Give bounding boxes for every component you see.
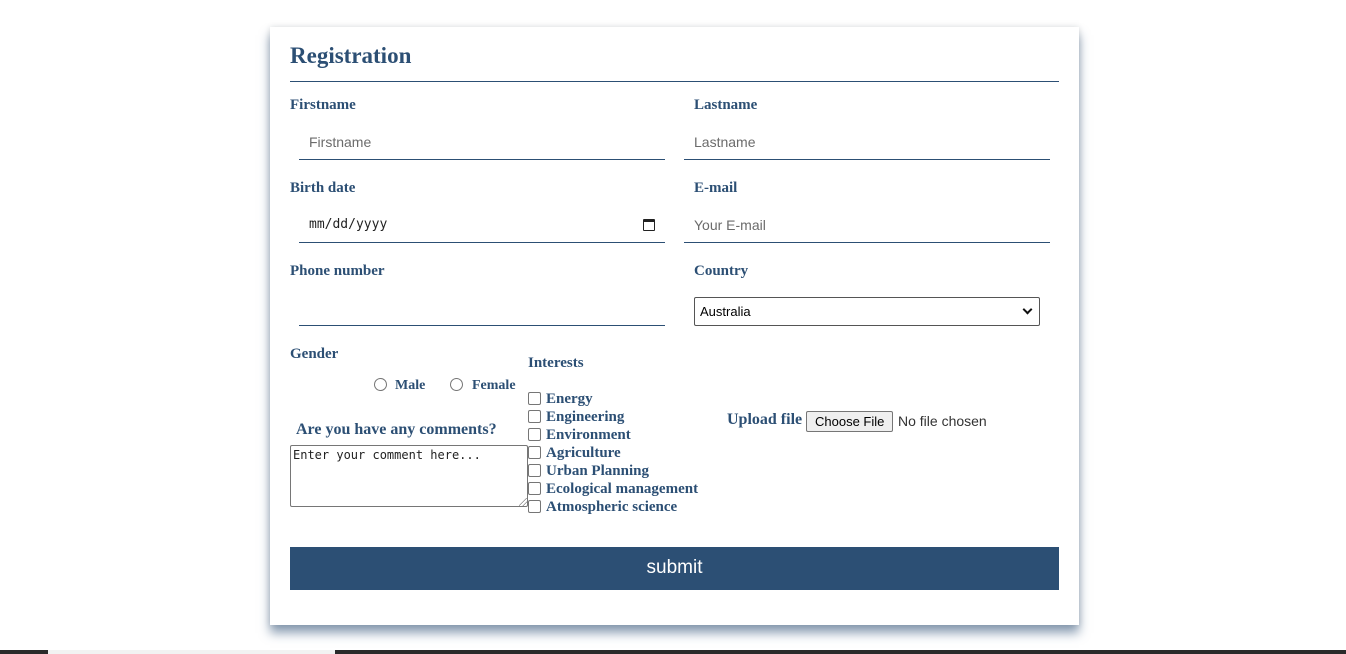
title-divider <box>290 81 1059 82</box>
firstname-label: Firstname <box>290 97 356 113</box>
interests-label: Interests <box>528 355 584 371</box>
interest-ecological-management-checkbox[interactable] <box>528 482 541 495</box>
country-select[interactable]: Australia <box>694 297 1040 326</box>
interest-engineering-checkbox[interactable] <box>528 410 541 423</box>
interest-energy-checkbox[interactable] <box>528 392 541 405</box>
interest-agriculture-label: Agriculture <box>546 445 621 461</box>
country-selected-value: Australia <box>700 304 751 319</box>
interest-environment-label: Environment <box>546 427 631 443</box>
comments-label: Are you have any comments? <box>296 421 497 438</box>
country-label: Country <box>694 263 749 279</box>
comment-textarea[interactable] <box>290 445 528 507</box>
phone-label: Phone number <box>290 263 385 279</box>
interest-urban-planning-checkbox[interactable] <box>528 464 541 477</box>
gender-male-label: Male <box>395 378 426 393</box>
interest-atmospheric-science-label: Atmospheric science <box>546 499 678 515</box>
gender-female-radio[interactable] <box>450 378 463 391</box>
chevron-down-icon <box>1022 304 1033 315</box>
submit-button[interactable]: submit <box>290 547 1059 590</box>
interest-urban-planning-label: Urban Planning <box>546 463 649 479</box>
file-status-text: No file chosen <box>898 413 987 429</box>
interest-atmospheric-science-checkbox[interactable] <box>528 500 541 513</box>
calendar-icon[interactable] <box>643 218 655 231</box>
interest-environment-checkbox[interactable] <box>528 428 541 441</box>
birthdate-input[interactable]: mm/dd/yyyy <box>299 207 665 243</box>
interest-engineering-label: Engineering <box>546 409 625 425</box>
email-label: E-mail <box>694 180 738 196</box>
gender-female-label: Female <box>472 378 516 393</box>
birthdate-placeholder: mm/dd/yyyy <box>309 217 388 232</box>
interest-ecological-management-label: Ecological management <box>546 481 699 497</box>
upload-label: Upload file <box>727 411 803 428</box>
taskbar-segment <box>48 650 335 654</box>
registration-card: Registration Firstname Lastname Birth da… <box>270 27 1079 625</box>
page-title: Registration <box>290 43 412 68</box>
email-input[interactable] <box>684 207 1050 243</box>
phone-input[interactable] <box>299 290 665 326</box>
lastname-label: Lastname <box>694 97 758 113</box>
lastname-input[interactable] <box>684 124 1050 160</box>
choose-file-button[interactable]: Choose File <box>806 411 894 432</box>
interest-agriculture-checkbox[interactable] <box>528 446 541 459</box>
firstname-input[interactable] <box>299 124 665 160</box>
gender-label: Gender <box>290 346 339 362</box>
interest-energy-label: Energy <box>546 391 593 407</box>
gender-male-radio[interactable] <box>374 378 387 391</box>
resize-handle-icon[interactable] <box>519 498 527 506</box>
birthdate-label: Birth date <box>290 180 356 196</box>
